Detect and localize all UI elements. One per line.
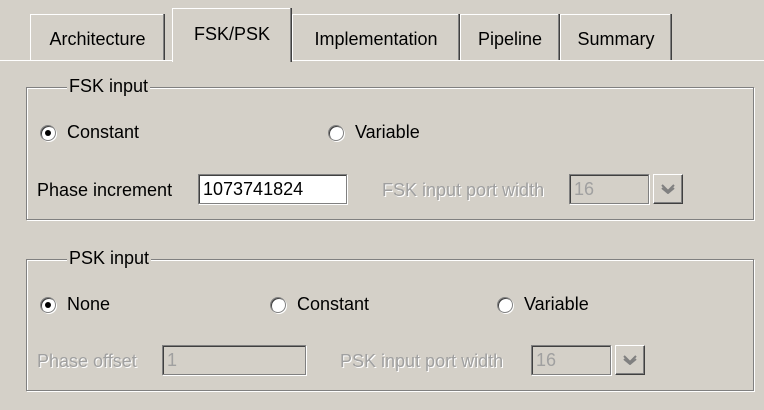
psk-radio-constant-label: Constant: [297, 294, 370, 314]
tab-pipeline-label: Pipeline: [477, 28, 543, 49]
chevron-down-icon: [623, 355, 637, 365]
psk-input-group: PSK input None Constant Variable Phase o…: [26, 248, 754, 391]
fsk-port-width-input[interactable]: 16: [569, 174, 649, 204]
chevron-down-icon: [661, 184, 675, 194]
radio-unselected-icon[interactable]: [270, 296, 286, 313]
tab-implementation[interactable]: Implementation: [292, 14, 460, 60]
radio-unselected-icon[interactable]: [328, 124, 344, 141]
phase-increment-input[interactable]: 1073741824: [198, 174, 347, 204]
psk-input-legend: PSK input: [67, 248, 152, 269]
radio-selected-icon[interactable]: [40, 124, 56, 141]
psk-radio-none-label: None: [67, 294, 111, 314]
fsk-input-group: FSK input Constant Variable Phase increm…: [26, 76, 754, 220]
tab-architecture-label: Architecture: [49, 28, 146, 49]
psk-port-width-input[interactable]: 16: [531, 345, 611, 375]
phase-offset-input[interactable]: 1: [162, 345, 306, 375]
tab-architecture[interactable]: Architecture: [30, 14, 165, 60]
phase-offset-label: Phase offset: [37, 351, 137, 371]
fsk-radio-variable[interactable]: Variable: [328, 122, 420, 143]
psk-radio-variable[interactable]: Variable: [497, 294, 589, 315]
psk-radio-none[interactable]: None: [40, 294, 110, 315]
psk-radio-constant[interactable]: Constant: [270, 294, 369, 315]
tab-bar: Architecture FSK/PSK Implementation Pipe…: [0, 0, 764, 64]
tab-pipeline[interactable]: Pipeline: [460, 14, 560, 60]
tab-fsk-psk[interactable]: FSK/PSK: [172, 8, 292, 62]
tab-panel: FSK input Constant Variable Phase increm…: [0, 61, 764, 410]
tab-summary-label: Summary: [577, 28, 655, 49]
psk-radio-variable-label: Variable: [524, 294, 589, 314]
fsk-port-width-dropdown-button[interactable]: [653, 174, 683, 204]
psk-port-width-label: PSK input port width: [340, 351, 504, 371]
fsk-radio-variable-label: Variable: [355, 122, 420, 142]
radio-selected-icon[interactable]: [40, 296, 56, 313]
fsk-radio-constant[interactable]: Constant: [40, 122, 139, 143]
psk-port-width-dropdown-button[interactable]: [615, 345, 645, 375]
fsk-radio-constant-label: Constant: [67, 122, 140, 142]
tab-fsk-psk-label: FSK/PSK: [193, 23, 271, 44]
fsk-input-legend: FSK input: [67, 76, 151, 97]
fsk-port-width-label: FSK input port width: [382, 180, 545, 200]
radio-unselected-icon[interactable]: [497, 296, 513, 313]
tab-implementation-label: Implementation: [314, 28, 438, 49]
phase-increment-label: Phase increment: [37, 180, 173, 200]
tab-summary[interactable]: Summary: [560, 14, 672, 60]
